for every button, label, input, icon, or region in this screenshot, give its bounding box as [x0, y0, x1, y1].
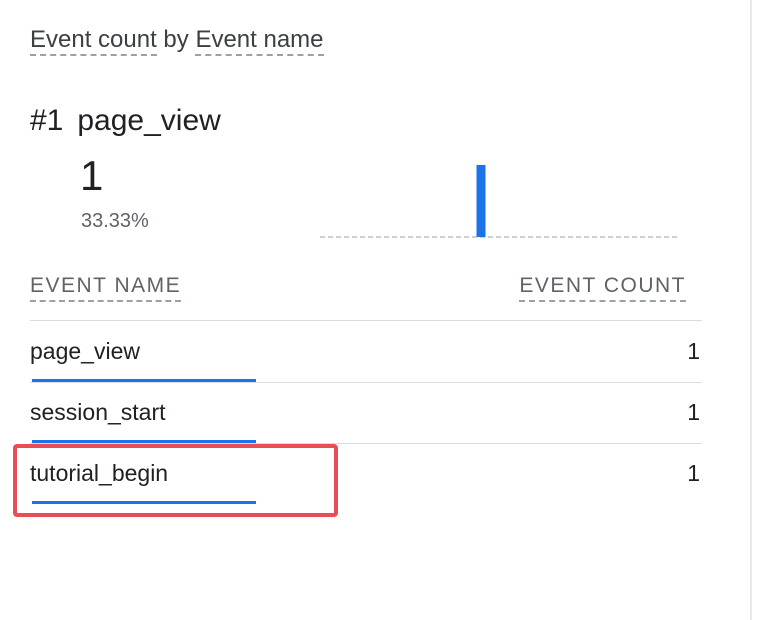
- top-item-percent: 33.33%: [81, 210, 149, 232]
- row-event-name: page_view: [30, 338, 140, 364]
- row-event-count: 1: [687, 338, 700, 364]
- row-event-name: tutorial_begin: [30, 460, 169, 486]
- panel-gutter: [752, 0, 764, 620]
- sparkline-bar: [476, 165, 486, 237]
- top-item-name: page_view: [77, 104, 221, 137]
- top-item-value: 1: [80, 152, 104, 199]
- card-title: Event count by Event name: [30, 26, 324, 56]
- event-count-card: Event count by Event name #1 page_view 1 …: [0, 0, 750, 620]
- title-connector: by: [156, 26, 196, 53]
- event-name-column-header[interactable]: EVENT NAME: [30, 274, 182, 302]
- table-row[interactable]: session_start 1: [30, 382, 702, 444]
- table-row[interactable]: page_view 1: [30, 321, 702, 383]
- table-row[interactable]: tutorial_begin 1: [30, 443, 702, 504]
- row-share-bar: [32, 501, 256, 504]
- top-item-rank: #1: [30, 104, 64, 137]
- metric-selector[interactable]: Event count: [30, 26, 157, 56]
- row-event-name: session_start: [30, 399, 166, 425]
- row-event-count: 1: [687, 460, 700, 486]
- row-event-count: 1: [687, 399, 700, 425]
- top-item-heading: #1 page_view: [30, 104, 221, 138]
- sparkline-chart: [320, 165, 680, 238]
- event-count-column-header[interactable]: EVENT COUNT: [519, 274, 686, 302]
- dimension-selector[interactable]: Event name: [195, 26, 324, 56]
